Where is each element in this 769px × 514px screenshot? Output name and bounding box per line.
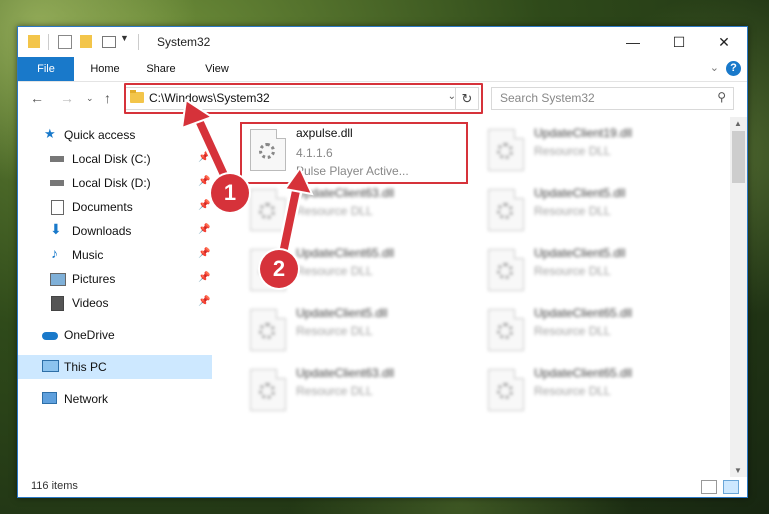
annotation-arrows bbox=[180, 98, 314, 270]
step-2-badge: 2 bbox=[260, 250, 298, 288]
step-1-badge: 1 bbox=[211, 174, 249, 212]
arrow-to-file bbox=[274, 166, 314, 270]
